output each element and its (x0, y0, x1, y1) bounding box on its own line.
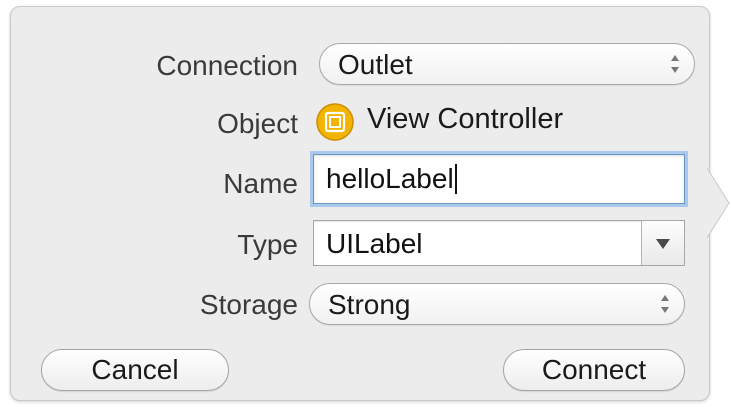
name-label: Name (223, 168, 298, 199)
storage-label: Storage (199, 289, 298, 320)
up-down-arrows-icon (661, 295, 669, 313)
text-caret (454, 164, 457, 194)
type-combo-box[interactable]: UILabel (313, 220, 685, 266)
view-controller-icon (316, 103, 354, 141)
storage-value: Strong (328, 289, 411, 320)
cancel-button[interactable]: Cancel (41, 349, 229, 391)
up-down-arrows-icon (671, 55, 679, 73)
chevron-down-icon (656, 239, 670, 249)
connection-popover: Connection Outlet Object View Controller… (10, 6, 710, 401)
popover-arrow (707, 168, 730, 238)
name-field-value: helloLabel (326, 163, 457, 195)
object-value: View Controller (367, 103, 564, 135)
type-value: UILabel (326, 228, 423, 259)
connection-popup[interactable]: Outlet (319, 43, 695, 85)
stage: Connection Outlet Object View Controller… (0, 0, 731, 407)
connect-button[interactable]: Connect (503, 349, 685, 391)
object-label: Object (217, 108, 298, 139)
storage-popup[interactable]: Strong (309, 283, 685, 325)
type-dropdown-button[interactable] (641, 221, 684, 265)
name-field[interactable]: helloLabel (313, 154, 685, 204)
connection-value: Outlet (338, 49, 413, 80)
type-label: Type (237, 229, 298, 260)
connection-label: Connection (156, 50, 298, 81)
